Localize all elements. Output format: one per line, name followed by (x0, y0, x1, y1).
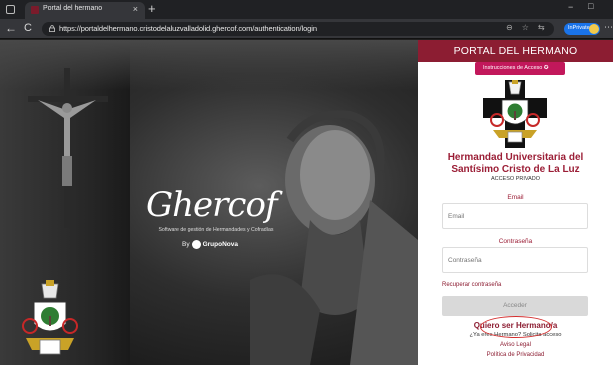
more-menu-icon[interactable]: ⋯ (604, 22, 613, 33)
login-panel: PORTAL DEL HERMANO Instrucciones de Acce… (418, 40, 613, 365)
brotherhood-crest-icon (483, 80, 547, 148)
request-access-link[interactable]: ¿Ya eres Hermano? Solicita acceso (418, 332, 613, 338)
recover-password-link[interactable]: Recuperar contraseña (442, 282, 501, 288)
profile-avatar-icon (589, 24, 599, 34)
legal-notice-link[interactable]: Aviso Legal (418, 342, 613, 348)
ghercof-subtitle: Software de gestión de Hermandades y Cof… (158, 227, 274, 233)
inprivate-badge[interactable]: InPrivate (564, 23, 600, 35)
brotherhood-crest-icon (22, 280, 78, 355)
by-label: By (182, 241, 190, 249)
crucifix-image-icon (28, 68, 108, 228)
gruponova-name: GrupoNova (202, 241, 238, 249)
new-tab-button[interactable]: + (148, 1, 156, 16)
browser-tab-bar: Portal del hermano × + − □ (0, 0, 613, 19)
lock-icon[interactable] (49, 25, 55, 32)
tab-close-icon[interactable]: × (133, 3, 138, 15)
minimize-button[interactable]: − (568, 2, 573, 12)
url-actions: ⊖ ☆ ⇆ (506, 23, 554, 32)
gruponova-icon (191, 240, 201, 249)
login-button-label: Acceder (503, 302, 527, 309)
inprivate-label: InPrivate (568, 25, 590, 31)
access-instructions-button[interactable]: Instrucciones de Acceso ✪ (475, 62, 565, 75)
reload-button[interactable]: C (24, 21, 32, 35)
collections-icon[interactable]: ⇆ (538, 23, 545, 32)
tab-actions-icon[interactable] (6, 5, 15, 14)
site-favicon-icon (31, 6, 39, 14)
panel-header: PORTAL DEL HERMANO (418, 40, 613, 62)
email-field[interactable] (442, 203, 588, 229)
maximize-button[interactable]: □ (588, 1, 593, 11)
favorite-star-icon[interactable]: ☆ (522, 23, 529, 32)
browser-tab[interactable]: Portal del hermano × (25, 2, 145, 19)
login-button[interactable]: Acceder (442, 296, 588, 316)
address-bar-row: ← C https://portaldelhermano.cristodelal… (0, 19, 613, 39)
password-label: Contraseña (498, 238, 533, 245)
hero-background: Ghercof Software de gestión de Hermandad… (0, 40, 418, 365)
zoom-icon[interactable]: ⊖ (506, 23, 513, 32)
password-field[interactable] (442, 247, 588, 273)
ghercof-logo: Ghercof Software de gestión de Hermandad… (146, 185, 286, 275)
gruponova-credit: By GrupoNova (182, 240, 238, 249)
access-instructions-label: Instrucciones de Acceso ✪ (483, 65, 549, 71)
url-field[interactable]: https://portaldelhermano.cristodelaluzva… (42, 22, 554, 36)
ghercof-logo-text: Ghercof (146, 185, 278, 225)
brotherhood-name-line2: Santísimo Cristo de La Luz (451, 164, 580, 175)
brotherhood-name-line1: Hermandad Universitaria del (447, 152, 584, 163)
portal-title: PORTAL DEL HERMANO (453, 45, 578, 57)
back-button[interactable]: ← (5, 21, 17, 35)
url-text[interactable]: https://portaldelhermano.cristodelaluzva… (59, 24, 317, 33)
become-member-link[interactable]: Quiero ser Hermano/a (418, 321, 613, 330)
privacy-policy-link[interactable]: Política de Privacidad (418, 352, 613, 358)
email-label: Email (507, 194, 524, 201)
tab-title: Portal del hermano (43, 5, 103, 12)
private-access-label: ACCESO PRIVADO (490, 176, 541, 182)
